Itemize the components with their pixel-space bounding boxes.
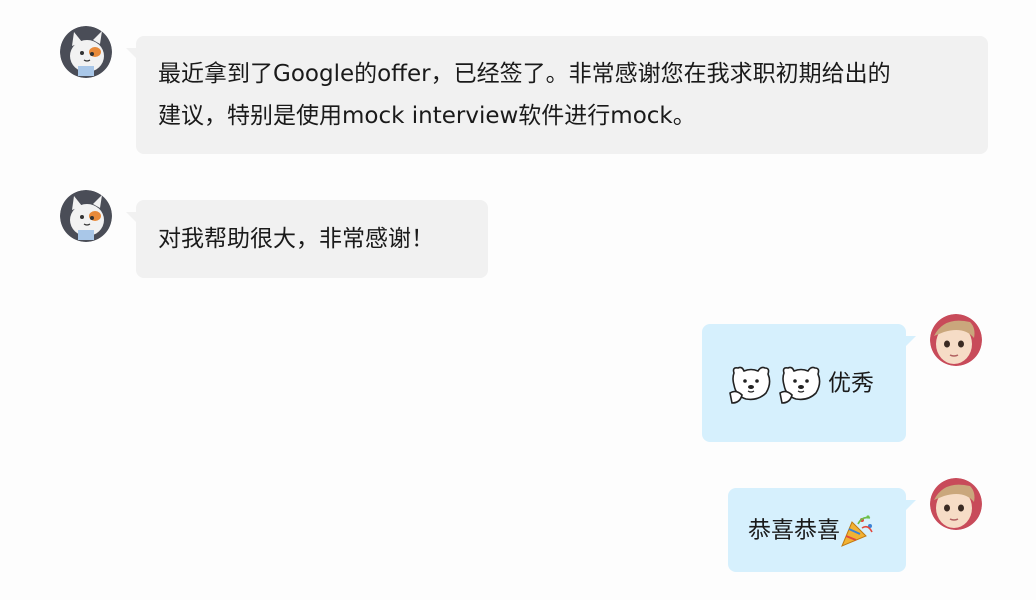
bubble-tail — [126, 48, 138, 60]
message-bubble[interactable]: 最近拿到了Google的offer，已经签了。非常感谢您在我求职初期给出的 建议… — [126, 36, 988, 154]
bubble-tail — [904, 336, 916, 348]
child-avatar-icon — [930, 314, 982, 366]
child-avatar-icon — [930, 478, 982, 530]
contact-avatar[interactable] — [60, 190, 112, 242]
cat-avatar-icon — [60, 190, 112, 242]
message-bubble[interactable]: 对我帮助很大，非常感谢！ — [126, 200, 488, 278]
party-popper-icon — [841, 514, 873, 547]
chat-thread: 最近拿到了Google的offer，已经签了。非常感谢您在我求职初期给出的 建议… — [0, 0, 1036, 600]
message-text: 恭喜恭喜 — [748, 517, 840, 544]
message-line: 建议，特别是使用mock interview软件进行mock。 — [158, 103, 696, 129]
message-bubble[interactable]: 恭喜恭喜 — [728, 488, 916, 572]
polar-bear-sticker-icon — [779, 366, 821, 404]
contact-avatar[interactable] — [60, 26, 112, 78]
bubble-tail — [126, 212, 138, 224]
message-bubble[interactable]: 优秀 — [702, 324, 916, 442]
cat-avatar-icon — [60, 26, 112, 78]
self-avatar[interactable] — [930, 478, 982, 530]
self-avatar[interactable] — [930, 314, 982, 366]
message-text: 优秀 — [828, 370, 874, 397]
bubble-tail — [904, 500, 916, 512]
message-content: 优秀 — [728, 362, 884, 405]
polar-bear-sticker-icon — [729, 366, 771, 404]
message-content: 恭喜恭喜 — [748, 509, 884, 552]
message-text: 对我帮助很大，非常感谢！ — [158, 226, 434, 252]
message-line: 最近拿到了Google的offer，已经签了。非常感谢您在我求职初期给出的 — [158, 61, 891, 87]
